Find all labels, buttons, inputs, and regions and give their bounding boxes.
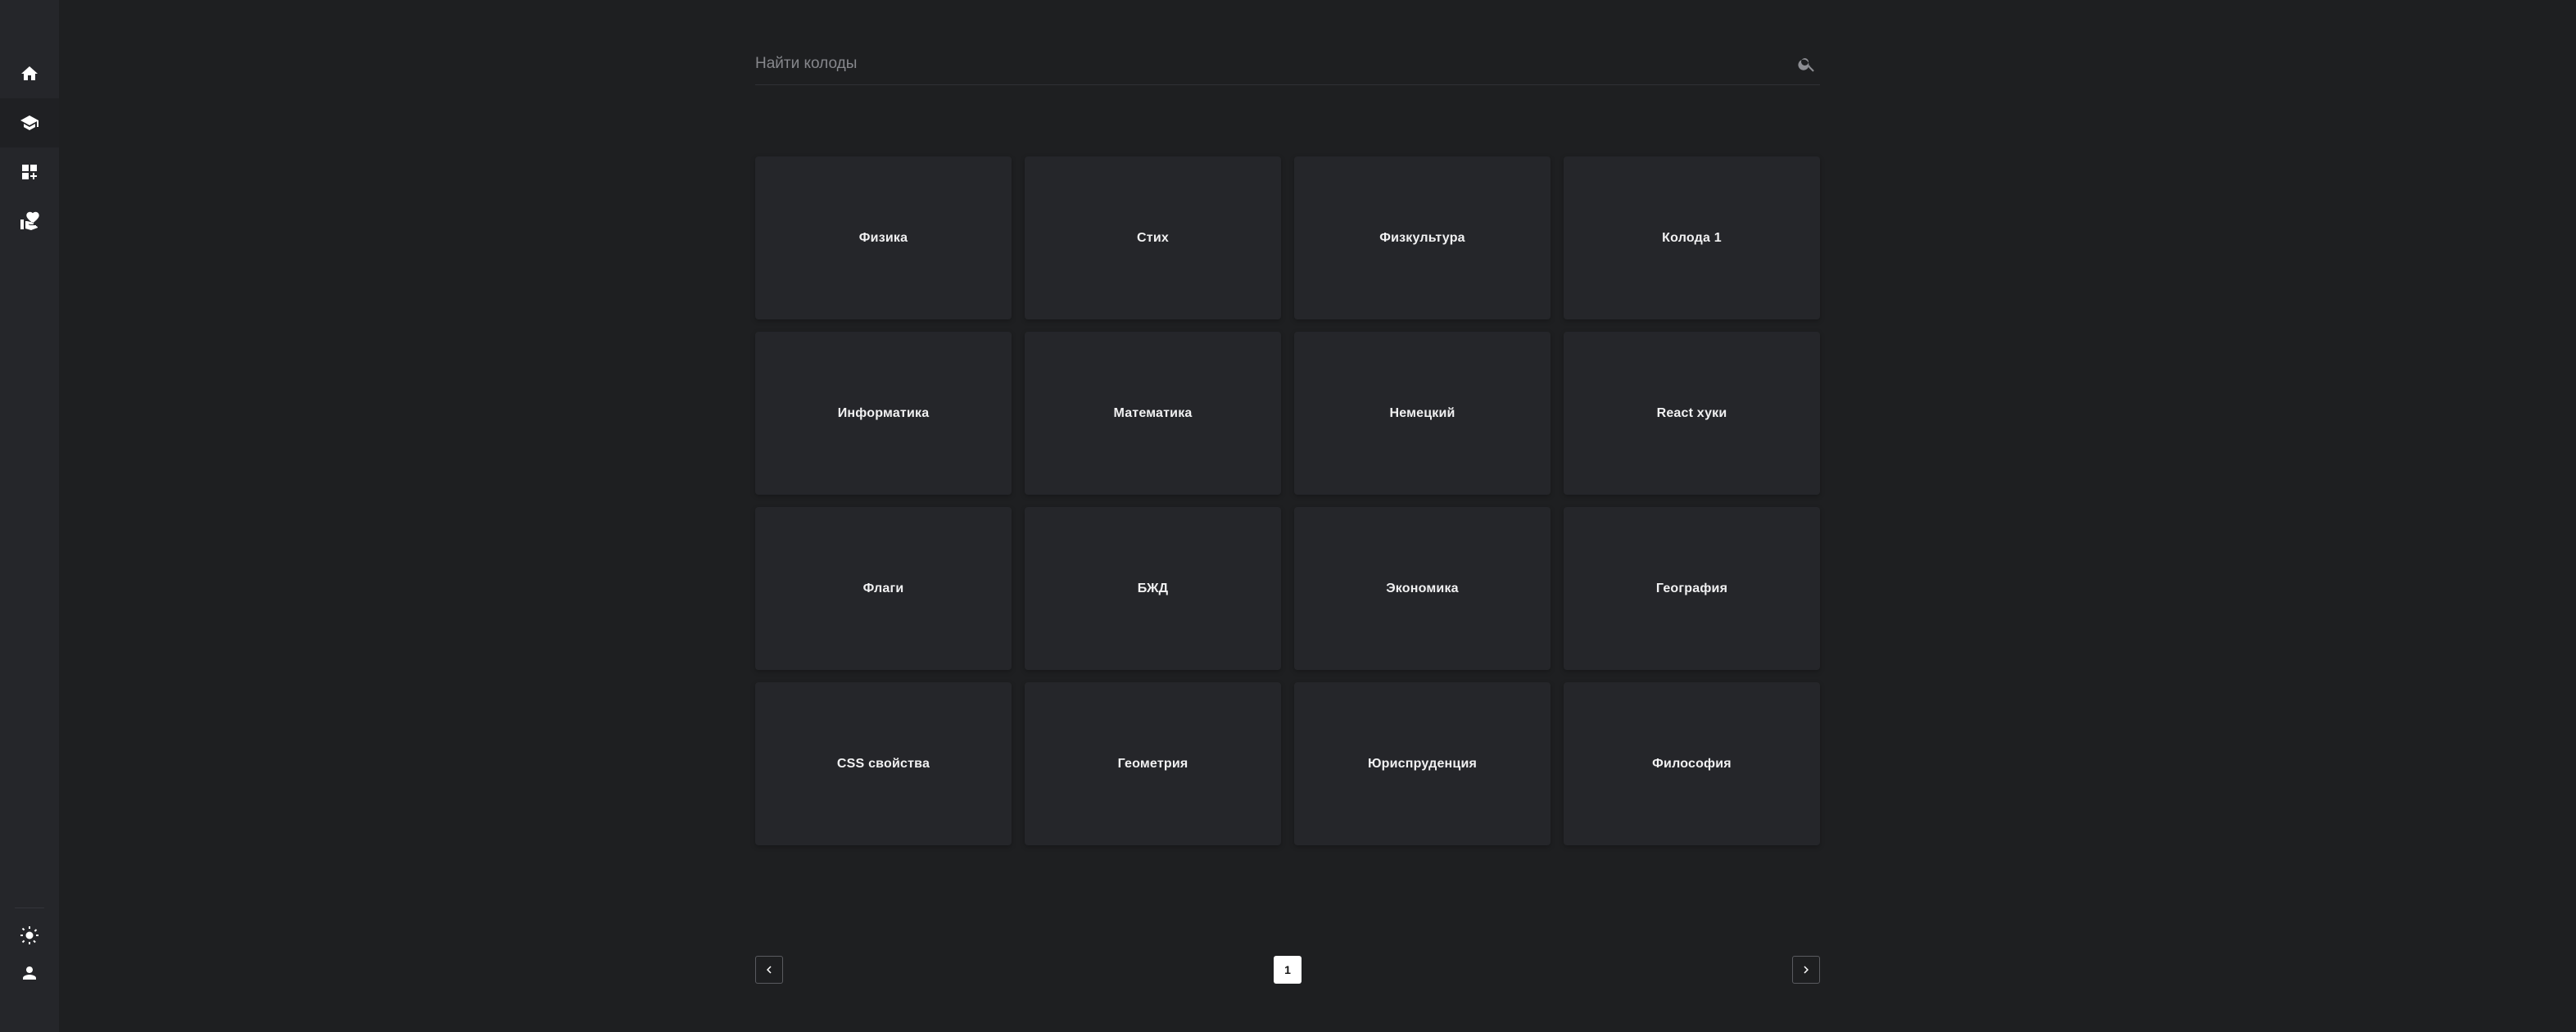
deck-title: Физика (858, 230, 908, 245)
user-icon (23, 966, 36, 980)
deck-card[interactable]: Геометрия (1025, 682, 1281, 845)
deck-title: БЖД (1137, 581, 1169, 595)
deck-card[interactable]: React хуки (1564, 332, 1820, 495)
deck-title: Флаги (862, 581, 904, 595)
deck-card[interactable]: Экономика (1294, 507, 1551, 670)
chevron-right-icon (1804, 966, 1809, 974)
deck-title: Информатика (837, 405, 930, 420)
deck-title: Философия (1652, 756, 1732, 771)
deck-title: CSS свойства (836, 756, 930, 771)
deck-card[interactable]: Философия (1564, 682, 1820, 845)
deck-grid: Физика Стих Физкультура Колода 1 Информа… (755, 156, 1820, 845)
search-bar (755, 43, 1820, 85)
nav-add-deck[interactable] (0, 147, 59, 197)
nav-learn[interactable] (0, 98, 59, 147)
deck-title: Физкультура (1379, 230, 1465, 245)
dashboard-add-icon (22, 165, 37, 179)
deck-title: Экономика (1386, 581, 1459, 595)
deck-card[interactable]: Физкультура (1294, 156, 1551, 319)
nav-donate[interactable] (0, 197, 59, 246)
deck-title: React хуки (1656, 405, 1727, 420)
deck-card[interactable]: Математика (1025, 332, 1281, 495)
deck-card[interactable]: Юриспруденция (1294, 682, 1551, 845)
deck-card[interactable]: Колода 1 (1564, 156, 1820, 319)
deck-card[interactable]: БЖД (1025, 507, 1281, 670)
sidebar (0, 0, 59, 1032)
graduation-cap-icon (20, 115, 38, 130)
prev-page-button[interactable] (755, 956, 783, 984)
deck-title: География (1655, 581, 1728, 595)
home-icon (21, 66, 38, 80)
nav-home[interactable] (0, 49, 59, 98)
deck-title: Колода 1 (1662, 230, 1722, 245)
deck-card[interactable]: Немецкий (1294, 332, 1551, 495)
deck-title: Геометрия (1117, 756, 1188, 771)
deck-card[interactable]: Физика (755, 156, 1012, 319)
deck-card[interactable]: Флаги (755, 507, 1012, 670)
nav-profile[interactable] (0, 948, 59, 998)
chevron-left-icon (767, 966, 772, 974)
search-input[interactable] (755, 47, 1797, 80)
next-page-button[interactable] (1792, 956, 1820, 984)
deck-card[interactable]: Стих (1025, 156, 1281, 319)
deck-title: Немецкий (1389, 405, 1456, 420)
deck-title: Математика (1113, 405, 1193, 420)
volunteer-hand-heart-icon (20, 211, 39, 230)
deck-title: Юриспруденция (1367, 756, 1478, 771)
sun-icon (20, 926, 38, 944)
deck-card[interactable]: География (1564, 507, 1820, 670)
deck-title: Стих (1137, 230, 1169, 245)
deck-card[interactable]: Информатика (755, 332, 1012, 495)
deck-card[interactable]: CSS свойства (755, 682, 1012, 845)
page-number-current[interactable]: 1 (1274, 956, 1302, 984)
search-icon[interactable] (1797, 54, 1817, 74)
